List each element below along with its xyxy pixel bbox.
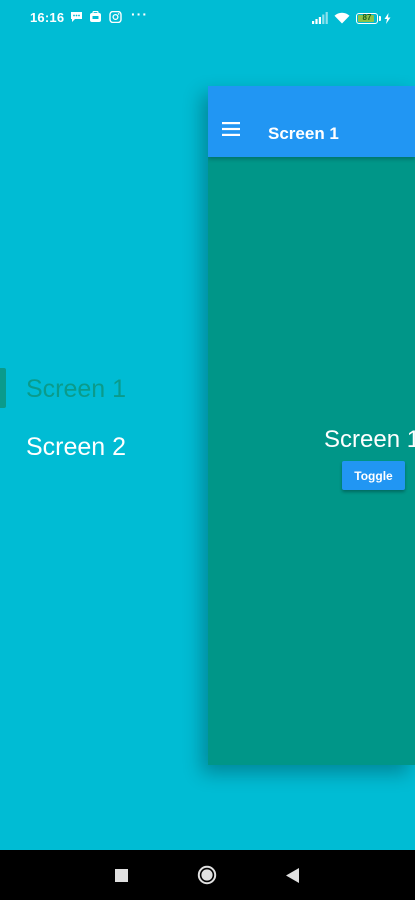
home-icon [197,865,217,885]
app-bar: Screen 1 [208,86,415,157]
home-button[interactable] [187,850,227,900]
screen-card[interactable]: Screen 1 Screen 1 Toggle [208,86,415,765]
drawer-item-screen-2[interactable]: Screen 2 [0,418,200,476]
wifi-icon [334,12,350,24]
battery-icon: 87 [356,12,381,24]
back-icon [285,867,299,883]
status-right-cluster: 87 [312,10,391,26]
hamburger-menu-icon[interactable] [222,122,240,136]
battery-level: 87 [362,13,372,22]
instagram-icon [109,11,122,23]
drawer-item-screen-1[interactable]: Screen 1 [0,360,200,418]
status-time: 16:16 [30,10,65,25]
toggle-button[interactable]: Toggle [342,461,405,490]
navigation-bar [0,850,415,900]
recents-button[interactable] [101,850,141,900]
drawer-item-label: Screen 2 [26,432,127,461]
app-bar-title: Screen 1 [268,124,339,143]
drawer-menu: Screen 1 Screen 2 [0,360,200,476]
more-notifications-indicator: ··· [131,6,148,22]
back-button[interactable] [272,850,312,900]
drawer-item-label: Screen 1 [26,374,127,403]
recents-icon [114,868,128,882]
status-bar: 16:16 ··· 87 [0,0,415,36]
charging-icon [384,12,391,24]
store-icon [90,11,101,22]
message-icon [71,12,82,22]
signal-icon [312,12,328,24]
screen-body-text: Screen 1 [324,426,415,453]
active-indicator [0,368,6,408]
